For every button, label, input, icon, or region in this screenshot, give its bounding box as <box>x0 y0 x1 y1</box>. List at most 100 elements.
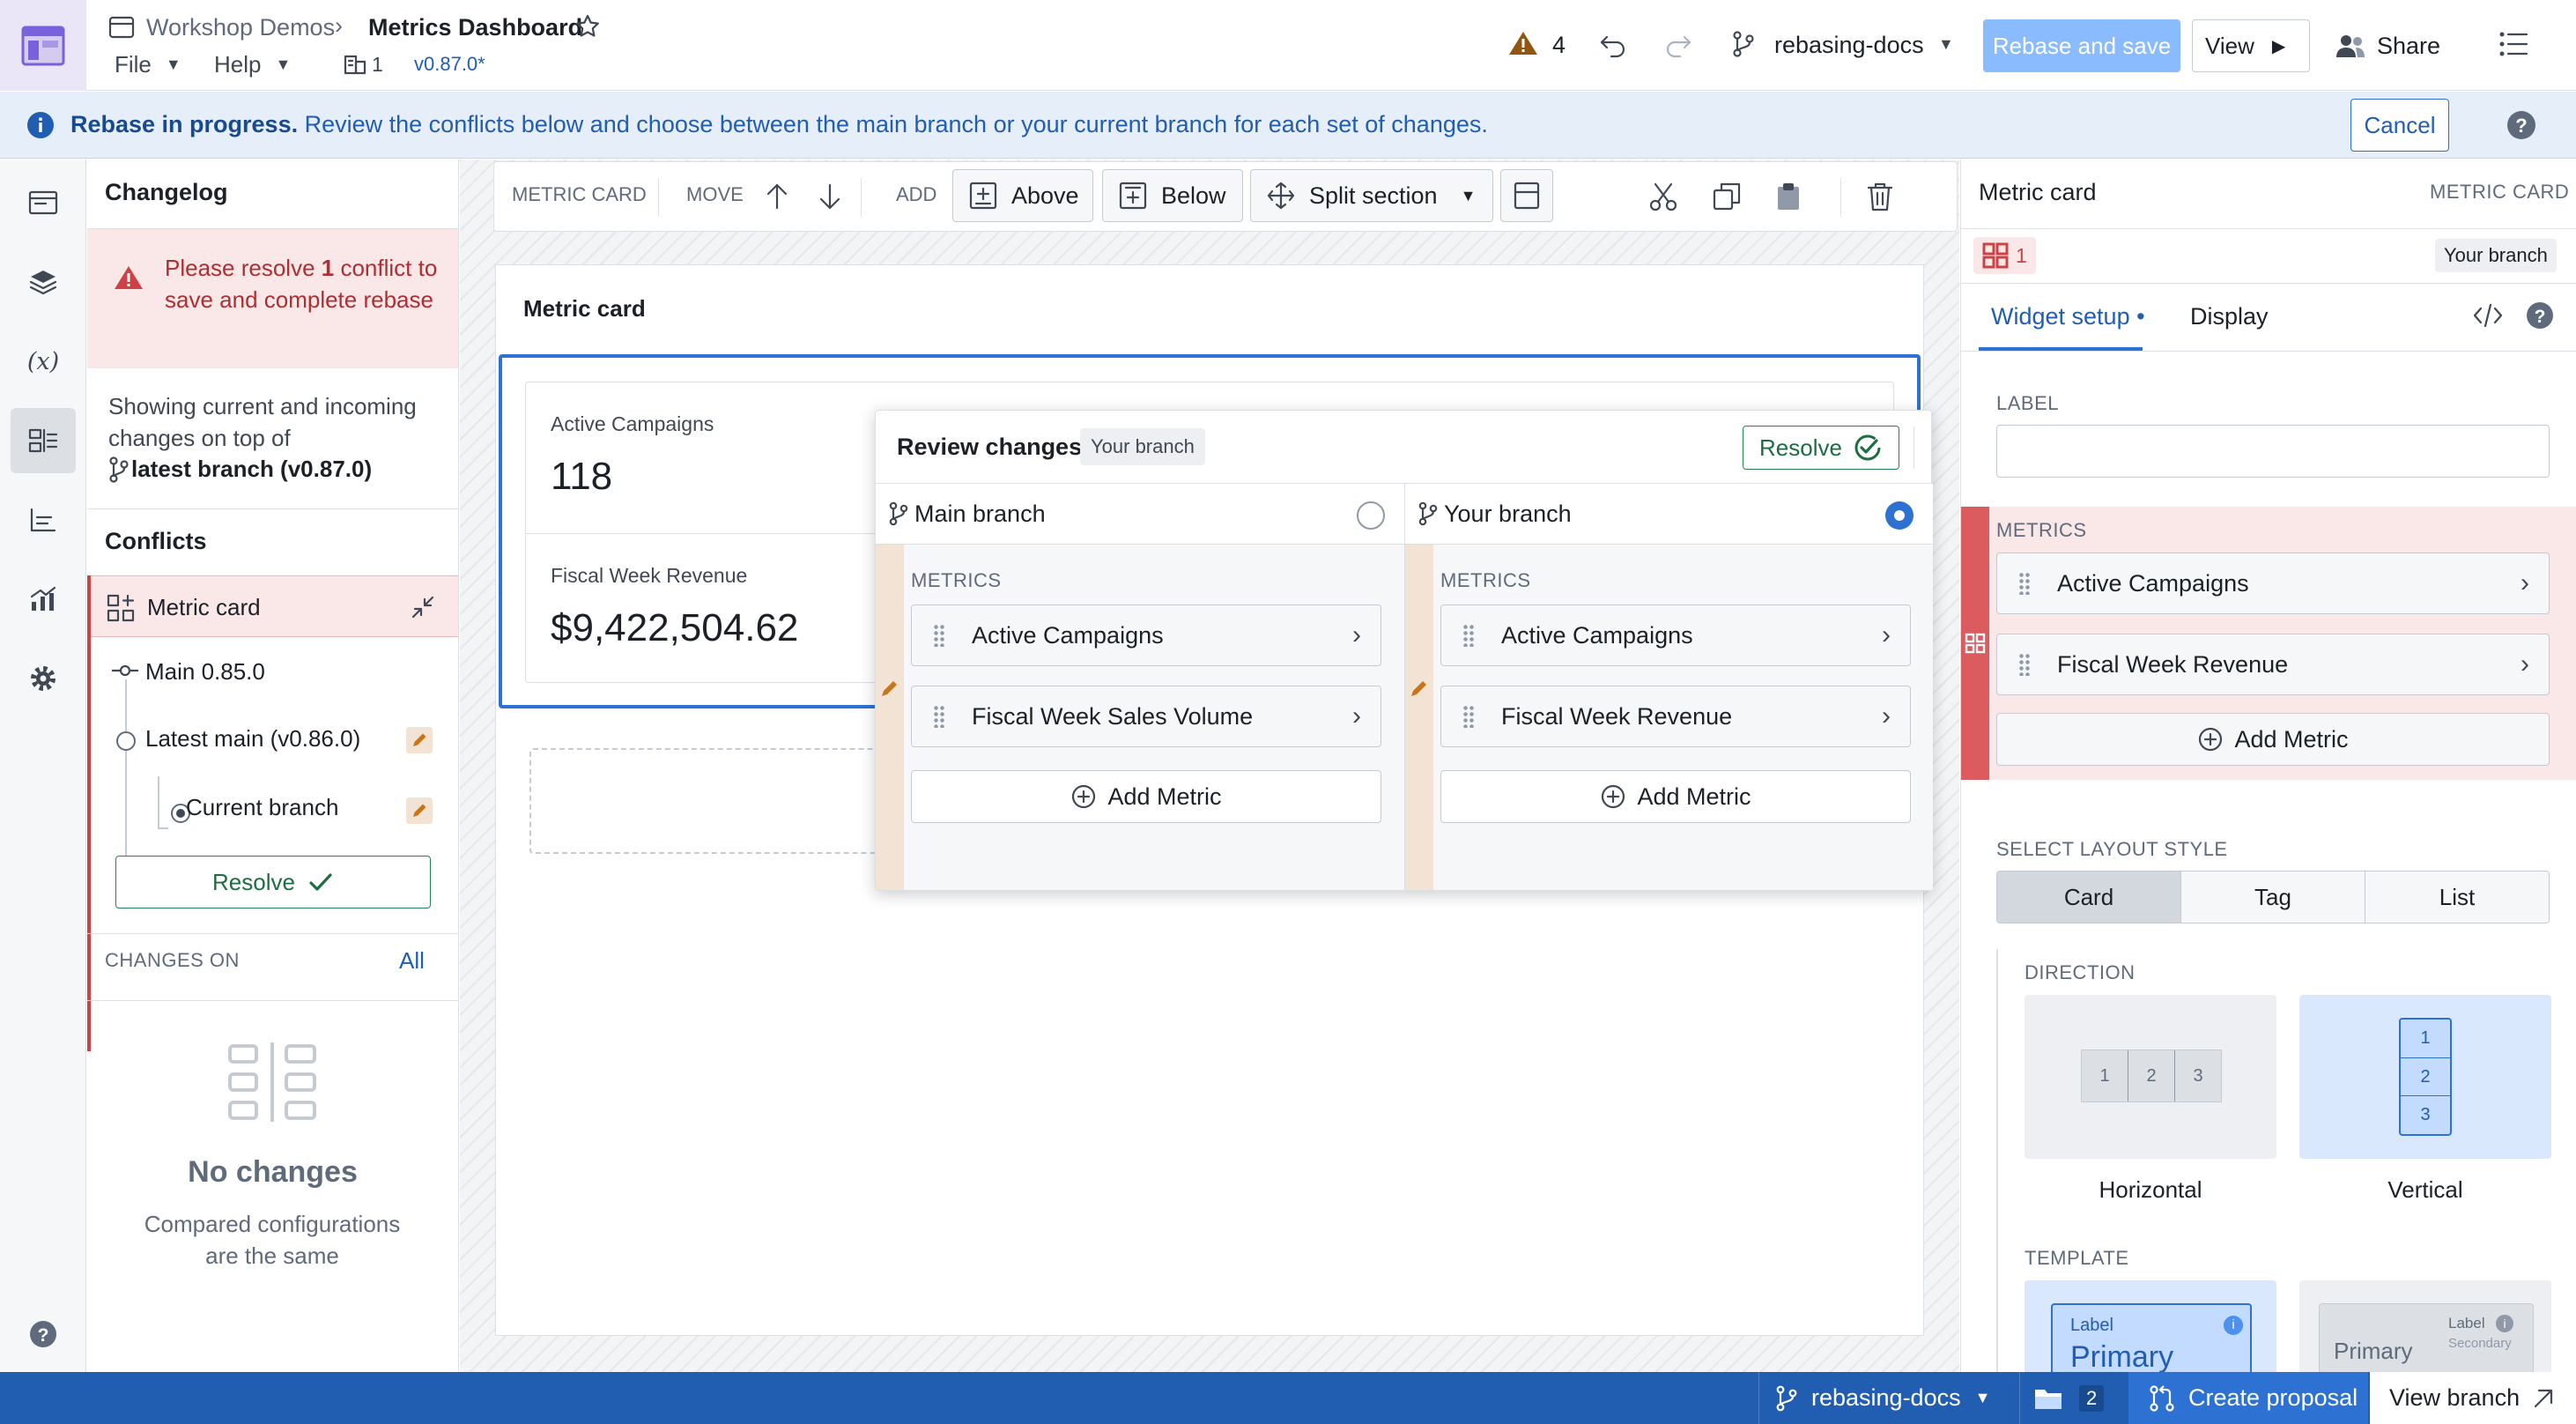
dependency-count[interactable]: 1 <box>372 53 383 77</box>
collapse-icon[interactable] <box>410 594 436 620</box>
label-input[interactable] <box>1996 425 2550 478</box>
your-metric-row[interactable]: Active Campaigns › <box>1440 604 1911 666</box>
view-button[interactable]: View ▶ <box>2192 19 2310 72</box>
chart-icon[interactable] <box>11 567 76 632</box>
changes-on-all-link[interactable]: All <box>399 947 425 975</box>
main-metric-row[interactable]: Fiscal Week Sales Volume › <box>911 686 1381 747</box>
tab-widget-setup[interactable]: Widget setup • <box>1991 303 2145 330</box>
add-below-button[interactable]: Below <box>1102 169 1243 222</box>
resolve-conflict-button[interactable]: Resolve <box>115 856 431 909</box>
document-icon <box>107 14 136 41</box>
your-metric-label: Active Campaigns <box>1501 621 1693 649</box>
chevron-right-icon: › <box>2520 649 2529 679</box>
main-metric-row[interactable]: Active Campaigns › <box>911 604 1381 666</box>
drag-handle-icon[interactable] <box>933 624 945 647</box>
rebase-banner: Rebase in progress. Review the conflicts… <box>0 92 2576 159</box>
breadcrumb-parent[interactable]: Workshop Demos <box>146 14 335 41</box>
pages-icon[interactable] <box>11 170 76 235</box>
layout-style-segmented: Card Tag List <box>1996 871 2550 923</box>
config-metric-row[interactable]: Active Campaigns › <box>1996 553 2550 614</box>
tab-display[interactable]: Display <box>2190 303 2269 330</box>
your-metric-label: Fiscal Week Revenue <box>1501 702 1733 730</box>
drag-handle-icon[interactable] <box>1462 705 1475 728</box>
drag-handle-icon[interactable] <box>1462 624 1475 647</box>
review-resolve-button[interactable]: Resolve <box>1743 426 1899 470</box>
layout-list-option[interactable]: List <box>2365 871 2549 923</box>
your-metric-row[interactable]: Fiscal Week Revenue › <box>1440 686 1911 747</box>
file-menu[interactable]: File ▼ <box>115 51 181 78</box>
conflict-item-metric-card[interactable]: Metric card <box>91 575 458 637</box>
tree-main-label: Main 0.85.0 <box>145 658 265 685</box>
main-branch-radio[interactable] <box>1357 501 1385 530</box>
cancel-label: Cancel <box>2364 111 2436 138</box>
branch-selector[interactable]: rebasing-docs <box>1774 32 1924 59</box>
conflict-marker-strip[interactable] <box>1961 507 1989 780</box>
changelog-icon[interactable] <box>11 408 76 473</box>
arrow-up-icon[interactable] <box>764 182 790 211</box>
layout-card-option[interactable]: Card <box>1997 871 2181 923</box>
share-button[interactable]: Share <box>2335 19 2488 72</box>
config-help-icon[interactable]: ? <box>2525 300 2555 330</box>
layout-tag-option[interactable]: Tag <box>2181 871 2365 923</box>
variables-icon[interactable]: (x) <box>11 329 76 394</box>
create-proposal-button[interactable]: Create proposal <box>2128 1372 2368 1424</box>
changelog-panel: Changelog Please resolve 1 conflict to s… <box>87 159 459 1372</box>
add-above-button[interactable]: Above <box>952 169 1093 222</box>
git-branch-icon <box>889 501 908 526</box>
cancel-rebase-button[interactable]: Cancel <box>2350 99 2449 152</box>
template-a-option[interactable]: Label i Primary <box>2025 1280 2276 1372</box>
help-rail-icon[interactable]: ? <box>11 1302 76 1367</box>
config-widget-type: METRIC CARD <box>2430 181 2570 203</box>
status-branch-selector[interactable]: rebasing-docs ▼ <box>1774 1372 1990 1424</box>
branch-caret-down-icon[interactable]: ▼ <box>1938 35 1954 54</box>
main-add-metric-button[interactable]: Add Metric <box>911 770 1381 823</box>
your-branch-header[interactable]: Your branch <box>1405 483 1933 545</box>
layout-toggle-button[interactable] <box>1500 169 1553 222</box>
delete-trash-icon[interactable] <box>1867 182 1893 211</box>
main-metric-label: Fiscal Week Sales Volume <box>972 702 1254 730</box>
paste-icon[interactable] <box>1775 182 1802 211</box>
help-icon[interactable]: ? <box>2506 109 2537 141</box>
drag-handle-icon[interactable] <box>2018 572 2031 595</box>
your-branch-radio-selected[interactable] <box>1885 501 1913 530</box>
drag-handle-icon[interactable] <box>933 705 945 728</box>
your-metrics-heading: METRICS <box>1440 569 1531 591</box>
cut-icon[interactable] <box>1648 182 1678 211</box>
arrow-down-icon[interactable] <box>817 182 843 211</box>
data-icon[interactable] <box>11 487 76 553</box>
empty-state-icon <box>226 1041 318 1124</box>
template-b-option[interactable]: Primary Label i Secondary <box>2299 1280 2551 1372</box>
direction-vertical-option[interactable]: 1 2 3 <box>2299 995 2551 1159</box>
status-folder-button[interactable]: 2 <box>2033 1372 2105 1424</box>
main-metric-label: Active Campaigns <box>972 621 1164 649</box>
undo-icon[interactable] <box>1598 30 1628 58</box>
your-add-metric-button[interactable]: Add Metric <box>1440 770 1911 823</box>
file-menu-label: File <box>115 51 152 78</box>
app-logo-icon[interactable] <box>0 0 86 91</box>
edit-pencil-icon <box>406 797 433 824</box>
page-title: Metrics Dashboard <box>368 14 583 41</box>
config-add-metric-button[interactable]: Add Metric <box>1996 713 2550 766</box>
main-branch-label: Main branch <box>914 500 1046 527</box>
help-menu[interactable]: Help ▼ <box>214 51 291 78</box>
split-section-button[interactable]: Split section ▼ <box>1250 169 1493 222</box>
version-label[interactable]: v0.87.0* <box>414 53 485 76</box>
view-branch-button[interactable]: View branch <box>2370 1372 2576 1424</box>
conflict-item-label: Metric card <box>147 594 261 620</box>
config-metric-row[interactable]: Fiscal Week Revenue › <box>1996 634 2550 695</box>
rebase-and-save-button[interactable]: Rebase and save <box>1983 19 2180 72</box>
settings-gear-icon[interactable] <box>11 646 76 711</box>
duplicate-icon[interactable] <box>1712 182 1742 211</box>
direction-horizontal-option[interactable]: 1 2 3 <box>2025 995 2276 1159</box>
tree-node-latest <box>116 731 136 751</box>
code-icon[interactable] <box>2472 300 2504 330</box>
redo-icon[interactable] <box>1663 30 1693 58</box>
star-icon[interactable] <box>574 13 601 40</box>
list-menu-icon[interactable] <box>2498 30 2528 58</box>
drag-handle-icon[interactable] <box>2018 653 2031 676</box>
layers-icon[interactable] <box>11 249 76 315</box>
plus-circle-icon <box>1072 784 1096 809</box>
warning-icon[interactable] <box>1508 30 1538 56</box>
conflict-count-tag[interactable]: 1 <box>1973 237 2036 274</box>
main-branch-header[interactable]: Main branch <box>876 483 1404 545</box>
